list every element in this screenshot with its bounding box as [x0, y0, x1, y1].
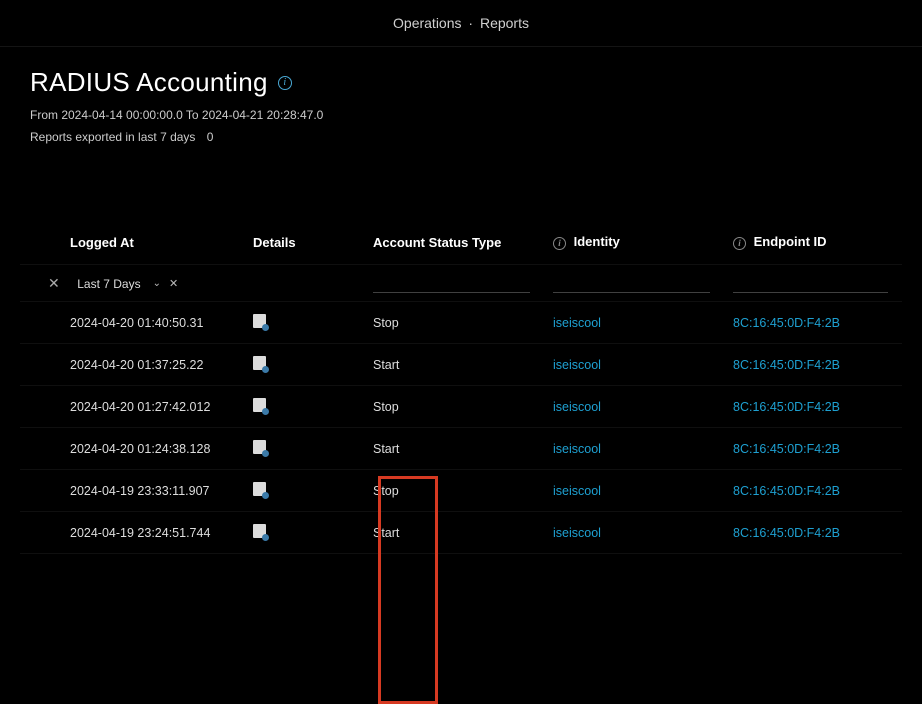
info-icon: i: [733, 237, 746, 250]
page-header: RADIUS Accounting i From 2024-04-14 00:0…: [0, 67, 922, 164]
col-header-identity-label: Identity: [574, 234, 620, 249]
cell-endpoint: 8C:16:45:0D:F4:2B: [725, 428, 902, 470]
close-icon[interactable]: ✕: [42, 275, 66, 291]
filter-input-status[interactable]: [373, 273, 530, 293]
cell-logged-at: 2024-04-19 23:24:51.744: [20, 512, 245, 554]
info-icon[interactable]: i: [278, 76, 292, 90]
details-icon[interactable]: [253, 482, 266, 496]
cell-details: [245, 302, 365, 344]
filter-input-identity[interactable]: [553, 273, 710, 293]
cell-status: Stop: [365, 470, 545, 512]
cell-details: [245, 512, 365, 554]
clear-filter-icon[interactable]: ✕: [169, 277, 178, 290]
cell-identity: iseiscool: [545, 344, 725, 386]
cell-details: [245, 428, 365, 470]
col-header-endpoint[interactable]: i Endpoint ID: [725, 220, 902, 265]
cell-identity: iseiscool: [545, 470, 725, 512]
date-range-dropdown[interactable]: Last 7 Days ⌄ ✕: [77, 277, 178, 291]
cell-endpoint: 8C:16:45:0D:F4:2B: [725, 512, 902, 554]
cell-identity: iseiscool: [545, 428, 725, 470]
info-icon: i: [553, 237, 566, 250]
table-row: 2024-04-20 01:24:38.128 Start iseiscool 8C:…: [20, 428, 902, 470]
identity-link[interactable]: iseiscool: [553, 358, 601, 372]
cell-identity: iseiscool: [545, 386, 725, 428]
cell-identity: iseiscool: [545, 512, 725, 554]
identity-link[interactable]: iseiscool: [553, 526, 601, 540]
breadcrumb-section[interactable]: Operations: [393, 15, 461, 31]
endpoint-link[interactable]: 8C:16:45:0D:F4:2B: [733, 316, 840, 330]
page-title: RADIUS Accounting: [30, 67, 268, 98]
exported-label: Reports exported in last 7 days: [30, 130, 195, 144]
cell-status: Stop: [365, 302, 545, 344]
identity-link[interactable]: iseiscool: [553, 316, 601, 330]
cell-endpoint: 8C:16:45:0D:F4:2B: [725, 344, 902, 386]
report-table: Logged At Details Account Status Type i …: [20, 220, 902, 554]
cell-status: Start: [365, 344, 545, 386]
details-icon[interactable]: [253, 314, 266, 328]
endpoint-link[interactable]: 8C:16:45:0D:F4:2B: [733, 358, 840, 372]
details-icon[interactable]: [253, 356, 266, 370]
cell-status: Start: [365, 512, 545, 554]
identity-link[interactable]: iseiscool: [553, 400, 601, 414]
exported-summary: Reports exported in last 7 days 0: [30, 130, 892, 144]
col-header-details[interactable]: Details: [245, 220, 365, 265]
identity-link[interactable]: iseiscool: [553, 484, 601, 498]
date-range: From 2024-04-14 00:00:00.0 To 2024-04-21…: [30, 108, 892, 122]
cell-endpoint: 8C:16:45:0D:F4:2B: [725, 302, 902, 344]
table-row: 2024-04-19 23:33:11.907 Stop iseiscool 8C:1…: [20, 470, 902, 512]
breadcrumb: Operations · Reports: [0, 0, 922, 47]
exported-count: 0: [207, 130, 214, 144]
cell-logged-at: 2024-04-20 01:40:50.31: [20, 302, 245, 344]
chevron-down-icon: ⌄: [153, 278, 161, 289]
table-row: 2024-04-20 01:40:50.31 Stop iseiscool 8C:16…: [20, 302, 902, 344]
cell-logged-at: 2024-04-20 01:37:25.22: [20, 344, 245, 386]
cell-status: Stop: [365, 386, 545, 428]
cell-logged-at: 2024-04-20 01:27:42.012: [20, 386, 245, 428]
details-icon[interactable]: [253, 398, 266, 412]
details-icon[interactable]: [253, 440, 266, 454]
date-range-dropdown-label: Last 7 Days: [77, 277, 140, 291]
col-header-status[interactable]: Account Status Type: [365, 220, 545, 265]
breadcrumb-separator: ·: [468, 15, 473, 31]
endpoint-link[interactable]: 8C:16:45:0D:F4:2B: [733, 484, 840, 498]
cell-details: [245, 386, 365, 428]
cell-endpoint: 8C:16:45:0D:F4:2B: [725, 386, 902, 428]
col-header-endpoint-label: Endpoint ID: [754, 234, 827, 249]
filter-input-endpoint[interactable]: [733, 273, 888, 293]
cell-details: [245, 470, 365, 512]
cell-status: Start: [365, 428, 545, 470]
identity-link[interactable]: iseiscool: [553, 442, 601, 456]
endpoint-link[interactable]: 8C:16:45:0D:F4:2B: [733, 400, 840, 414]
cell-logged-at: 2024-04-19 23:33:11.907: [20, 470, 245, 512]
col-header-identity[interactable]: i Identity: [545, 220, 725, 265]
table-row: 2024-04-20 01:37:25.22 Start iseiscool 8C:1…: [20, 344, 902, 386]
cell-details: [245, 344, 365, 386]
cell-identity: iseiscool: [545, 302, 725, 344]
table-row: 2024-04-20 01:27:42.012 Stop iseiscool 8C:1…: [20, 386, 902, 428]
endpoint-link[interactable]: 8C:16:45:0D:F4:2B: [733, 442, 840, 456]
filter-row: ✕ Last 7 Days ⌄ ✕: [20, 265, 902, 302]
details-icon[interactable]: [253, 524, 266, 538]
table-header-row: Logged At Details Account Status Type i …: [20, 220, 902, 265]
report-table-wrap: Logged At Details Account Status Type i …: [0, 220, 922, 554]
cell-logged-at: 2024-04-20 01:24:38.128: [20, 428, 245, 470]
table-row: 2024-04-19 23:24:51.744 Start iseiscool 8C:…: [20, 512, 902, 554]
breadcrumb-page[interactable]: Reports: [480, 15, 529, 31]
cell-endpoint: 8C:16:45:0D:F4:2B: [725, 470, 902, 512]
endpoint-link[interactable]: 8C:16:45:0D:F4:2B: [733, 526, 840, 540]
col-header-logged-at[interactable]: Logged At: [20, 220, 245, 265]
